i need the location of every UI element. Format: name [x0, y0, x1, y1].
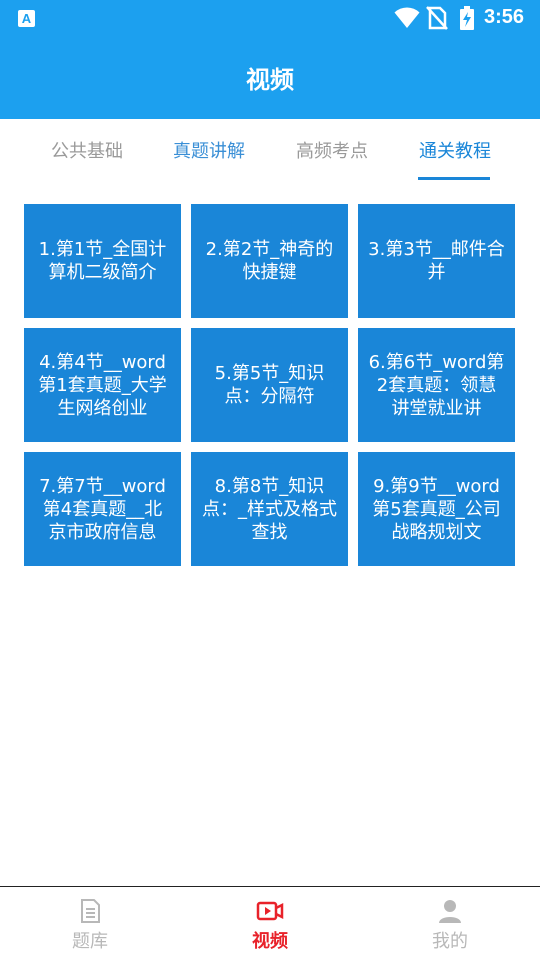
- page-title: 视频: [246, 66, 294, 94]
- video-card[interactable]: 8.第8节_知识点：_样式及格式查找: [191, 452, 348, 566]
- nav-profile[interactable]: 我的: [390, 897, 510, 953]
- video-card[interactable]: 2.第2节_神奇的快捷键: [191, 204, 348, 318]
- question-bank-icon: [81, 899, 100, 923]
- tab-basics[interactable]: 公共基础: [27, 137, 147, 163]
- category-tabs: 公共基础 真题讲解 高频考点 通关教程: [0, 119, 540, 181]
- video-card[interactable]: 6.第6节_word第2套真题：领慧讲堂就业讲: [358, 328, 515, 442]
- video-card[interactable]: 5.第5节_知识点：分隔符: [191, 328, 348, 442]
- nav-question-bank[interactable]: 题库: [30, 897, 150, 953]
- no-sim-icon: [426, 6, 448, 30]
- bottom-navigation: 题库 视频 我的: [0, 886, 540, 960]
- video-card[interactable]: 4.第4节__word第1套真题_大学生网络创业: [24, 328, 181, 442]
- video-card[interactable]: 3.第3节__邮件合并: [358, 204, 515, 318]
- video-card[interactable]: 1.第1节_全国计算机二级简介: [24, 204, 181, 318]
- app-header: A 3:56 视频: [0, 0, 540, 119]
- tab-exam-explanations[interactable]: 真题讲解: [149, 137, 269, 163]
- battery-charging-icon: [460, 6, 474, 30]
- profile-icon: [439, 900, 461, 923]
- nav-label: 视频: [252, 931, 288, 952]
- nav-label: 题库: [72, 931, 108, 952]
- nav-label: 我的: [432, 931, 468, 952]
- video-card[interactable]: 7.第7节__word第4套真题__北京市政府信息: [24, 452, 181, 566]
- status-bar: A 3:56: [0, 0, 540, 36]
- app-notification-icon: A: [18, 10, 35, 27]
- video-icon: [256, 901, 284, 921]
- wifi-icon: [394, 7, 420, 28]
- tab-tutorials[interactable]: 通关教程: [395, 137, 515, 163]
- nav-video[interactable]: 视频: [210, 897, 330, 953]
- video-card[interactable]: 9.第9节__word第5套真题_公司战略规划文: [358, 452, 515, 566]
- active-tab-indicator: [418, 177, 490, 180]
- tab-key-points[interactable]: 高频考点: [272, 137, 392, 163]
- status-time: 3:56: [484, 6, 525, 28]
